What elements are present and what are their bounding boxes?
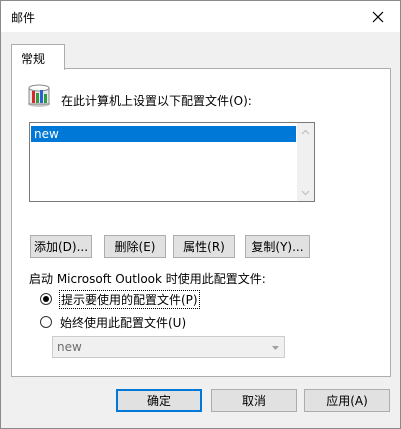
always-profile-value: new — [57, 340, 82, 354]
radio-prompt-label: 提示要使用的配置文件(P) — [59, 289, 200, 309]
profile-listbox[interactable]: new — [29, 122, 315, 202]
delete-profile-button[interactable]: 删除(E) — [104, 235, 166, 258]
radio-always-use-profile[interactable]: 始终使用此配置文件(U) — [40, 313, 186, 331]
general-panel: 在此计算机上设置以下配置文件(O): new 添加(D)... 删除(E) 属性… — [11, 68, 391, 377]
tab-general-label: 常规 — [21, 52, 46, 66]
profile-list-item[interactable]: new — [31, 126, 296, 142]
mail-dialog: 邮件 常规 在此计算机上设置以下配置文件(O): new 添加(D)... 删除… — [0, 0, 401, 429]
radio-always-button[interactable] — [40, 316, 52, 328]
apply-button[interactable]: 应用(A) — [304, 389, 390, 412]
add-profile-button[interactable]: 添加(D)... — [30, 235, 92, 258]
copy-profile-button[interactable]: 复制(Y)... — [245, 235, 310, 258]
mail-profile-icon — [28, 84, 50, 107]
listbox-scrollbar[interactable] — [297, 123, 314, 201]
ok-button[interactable]: 确定 — [116, 389, 202, 412]
close-button[interactable] — [356, 1, 400, 32]
radio-prompt-profile[interactable]: 提示要使用的配置文件(P) — [40, 289, 200, 309]
radio-always-label: 始终使用此配置文件(U) — [60, 315, 187, 330]
dropdown-arrow-icon — [270, 342, 281, 353]
tab-general[interactable]: 常规 — [11, 44, 65, 70]
chevron-down-icon — [301, 190, 310, 195]
scroll-down-arrow[interactable] — [297, 184, 314, 201]
cancel-button[interactable]: 取消 — [211, 389, 297, 412]
scroll-up-arrow[interactable] — [297, 123, 314, 140]
close-icon — [372, 11, 384, 22]
profiles-header-label: 在此计算机上设置以下配置文件(O): — [61, 94, 252, 108]
always-profile-dropdown[interactable]: new — [52, 336, 285, 358]
chevron-up-icon — [301, 129, 310, 134]
window-title: 邮件 — [11, 11, 36, 25]
profile-properties-button[interactable]: 属性(R) — [173, 235, 235, 258]
radio-prompt-button[interactable] — [40, 293, 52, 305]
title-bar: 邮件 — [1, 1, 400, 32]
startup-label: 启动 Microsoft Outlook 时使用此配置文件: — [29, 272, 266, 286]
